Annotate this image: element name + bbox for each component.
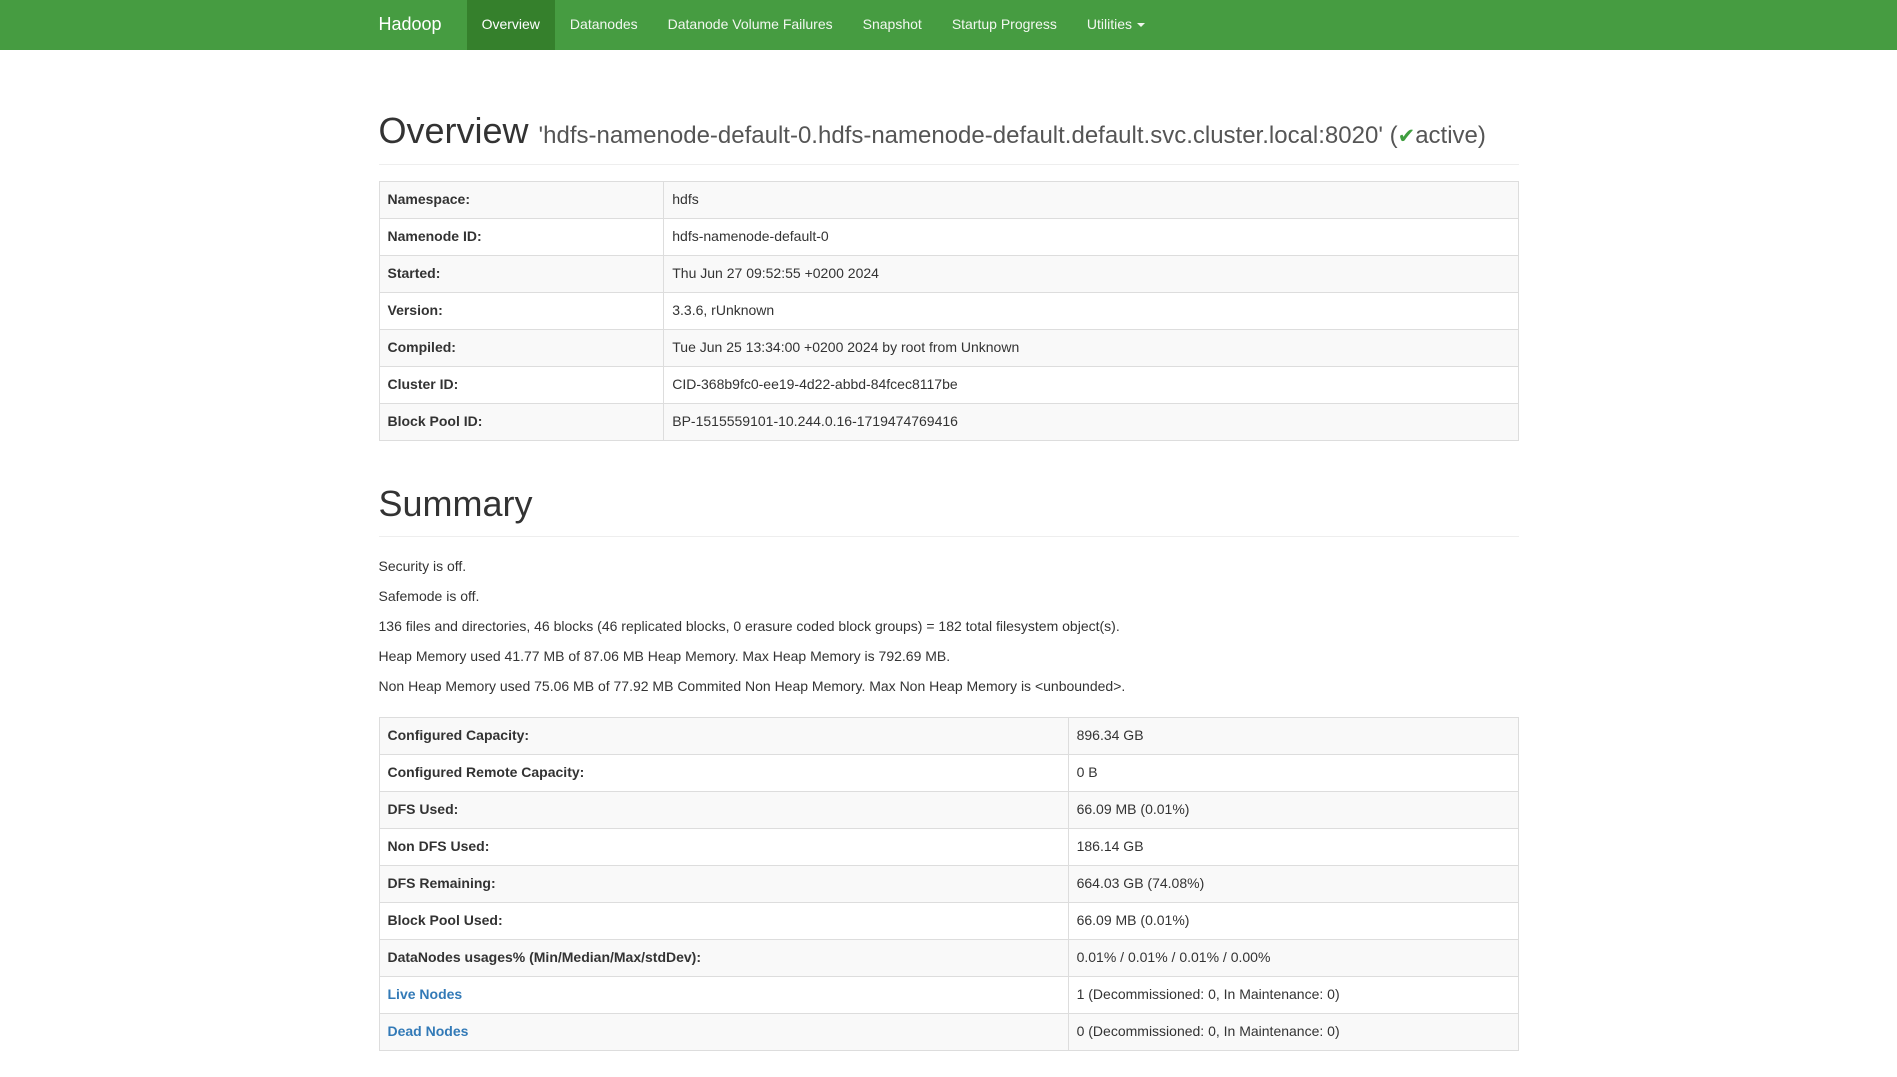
row-value: 66.09 MB (0.01%) xyxy=(1068,792,1518,829)
row-block-pool-used: Block Pool Used: 66.09 MB (0.01%) xyxy=(379,903,1518,940)
row-dfs-used: DFS Used: 66.09 MB (0.01%) xyxy=(379,792,1518,829)
row-value: hdfs-namenode-default-0 xyxy=(664,218,1518,255)
navbar-brand[interactable]: Hadoop xyxy=(379,0,457,50)
page-content: Overview 'hdfs-namenode-default-0.hdfs-n… xyxy=(364,108,1534,1051)
dead-nodes-link[interactable]: Dead Nodes xyxy=(388,1023,469,1039)
row-configured-remote-capacity: Configured Remote Capacity: 0 B xyxy=(379,755,1518,792)
row-value: 66.09 MB (0.01%) xyxy=(1068,903,1518,940)
overview-page-header: Overview 'hdfs-namenode-default-0.hdfs-n… xyxy=(379,108,1519,165)
row-label: Block Pool ID: xyxy=(379,403,664,440)
nav-link-snapshot[interactable]: Snapshot xyxy=(848,0,937,50)
filesystem-objects-text: 136 files and directories, 46 blocks (46… xyxy=(379,617,1519,637)
row-value: Thu Jun 27 09:52:55 +0200 2024 xyxy=(664,255,1518,292)
row-block-pool-id: Block Pool ID: BP-1515559101-10.244.0.16… xyxy=(379,403,1518,440)
nav-item-startup-progress[interactable]: Startup Progress xyxy=(937,0,1072,50)
nav-item-datanodes[interactable]: Datanodes xyxy=(555,0,653,50)
top-navbar: Hadoop Overview Datanodes Datanode Volum… xyxy=(0,0,1897,50)
row-value: hdfs xyxy=(664,181,1518,218)
namenode-address: 'hdfs-namenode-default-0.hdfs-namenode-d… xyxy=(539,122,1383,149)
row-datanode-usages: DataNodes usages% (Min/Median/Max/stdDev… xyxy=(379,940,1518,977)
row-label: Dead Nodes xyxy=(379,1014,1068,1051)
row-label: Configured Capacity: xyxy=(379,718,1068,755)
summary-page-header: Summary xyxy=(379,481,1519,538)
row-namenode-id: Namenode ID: hdfs-namenode-default-0 xyxy=(379,218,1518,255)
summary-status-lines: Security is off. Safemode is off. 136 fi… xyxy=(379,557,1519,697)
row-non-dfs-used: Non DFS Used: 186.14 GB xyxy=(379,829,1518,866)
row-value: 1 (Decommissioned: 0, In Maintenance: 0) xyxy=(1068,977,1518,1014)
nav-item-utilities[interactable]: Utilities xyxy=(1072,0,1160,50)
row-label: Namespace: xyxy=(379,181,664,218)
chevron-down-icon xyxy=(1137,23,1145,27)
row-value: 664.03 GB (74.08%) xyxy=(1068,866,1518,903)
row-label: Namenode ID: xyxy=(379,218,664,255)
status-label: active) xyxy=(1415,122,1486,149)
row-label: Non DFS Used: xyxy=(379,829,1068,866)
nav-link-startup-progress[interactable]: Startup Progress xyxy=(937,0,1072,50)
nav-item-snapshot[interactable]: Snapshot xyxy=(848,0,937,50)
row-configured-capacity: Configured Capacity: 896.34 GB xyxy=(379,718,1518,755)
nav-link-datanode-volume-failures[interactable]: Datanode Volume Failures xyxy=(653,0,848,50)
live-nodes-link[interactable]: Live Nodes xyxy=(388,986,463,1002)
row-compiled: Compiled: Tue Jun 25 13:34:00 +0200 2024… xyxy=(379,329,1518,366)
row-value: 896.34 GB xyxy=(1068,718,1518,755)
row-dfs-remaining: DFS Remaining: 664.03 GB (74.08%) xyxy=(379,866,1518,903)
active-check-icon: ✔ xyxy=(1398,124,1416,148)
nav-link-datanodes[interactable]: Datanodes xyxy=(555,0,653,50)
row-value: BP-1515559101-10.244.0.16-1719474769416 xyxy=(664,403,1518,440)
row-cluster-id: Cluster ID: CID-368b9fc0-ee19-4d22-abbd-… xyxy=(379,366,1518,403)
row-label: Configured Remote Capacity: xyxy=(379,755,1068,792)
row-value: 186.14 GB xyxy=(1068,829,1518,866)
nav-link-utilities[interactable]: Utilities xyxy=(1072,0,1160,50)
row-label: DataNodes usages% (Min/Median/Max/stdDev… xyxy=(379,940,1068,977)
security-status-text: Security is off. xyxy=(379,557,1519,577)
status-open-paren: ( xyxy=(1390,122,1398,149)
row-label: DFS Remaining: xyxy=(379,866,1068,903)
row-label: Started: xyxy=(379,255,664,292)
row-label: Block Pool Used: xyxy=(379,903,1068,940)
page-title: Overview 'hdfs-namenode-default-0.hdfs-n… xyxy=(379,108,1519,155)
nav-item-overview[interactable]: Overview xyxy=(467,0,555,50)
row-label: Live Nodes xyxy=(379,977,1068,1014)
navbar-menu: Overview Datanodes Datanode Volume Failu… xyxy=(467,0,1160,50)
row-value: Tue Jun 25 13:34:00 +0200 2024 by root f… xyxy=(664,329,1518,366)
row-value: CID-368b9fc0-ee19-4d22-abbd-84fcec8117be xyxy=(664,366,1518,403)
row-dead-nodes: Dead Nodes 0 (Decommissioned: 0, In Main… xyxy=(379,1014,1518,1051)
row-value: 3.3.6, rUnknown xyxy=(664,292,1518,329)
row-version: Version: 3.3.6, rUnknown xyxy=(379,292,1518,329)
row-label: DFS Used: xyxy=(379,792,1068,829)
summary-table: Configured Capacity: 896.34 GB Configure… xyxy=(379,717,1519,1051)
row-label: Version: xyxy=(379,292,664,329)
row-label: Compiled: xyxy=(379,329,664,366)
nav-utilities-label: Utilities xyxy=(1087,15,1132,35)
heap-memory-text: Heap Memory used 41.77 MB of 87.06 MB He… xyxy=(379,647,1519,667)
summary-heading: Summary xyxy=(379,481,1519,528)
row-live-nodes: Live Nodes 1 (Decommissioned: 0, In Main… xyxy=(379,977,1518,1014)
namenode-subtitle: 'hdfs-namenode-default-0.hdfs-namenode-d… xyxy=(539,122,1486,149)
non-heap-memory-text: Non Heap Memory used 75.06 MB of 77.92 M… xyxy=(379,677,1519,697)
safemode-status-text: Safemode is off. xyxy=(379,587,1519,607)
row-value: 0 (Decommissioned: 0, In Maintenance: 0) xyxy=(1068,1014,1518,1051)
row-started: Started: Thu Jun 27 09:52:55 +0200 2024 xyxy=(379,255,1518,292)
page-title-text: Overview xyxy=(379,110,529,151)
nav-item-datanode-volume-failures[interactable]: Datanode Volume Failures xyxy=(653,0,848,50)
row-label: Cluster ID: xyxy=(379,366,664,403)
row-namespace: Namespace: hdfs xyxy=(379,181,1518,218)
navbar-container: Hadoop Overview Datanodes Datanode Volum… xyxy=(364,0,1534,50)
namenode-info-table: Namespace: hdfs Namenode ID: hdfs-nameno… xyxy=(379,181,1519,441)
row-value: 0 B xyxy=(1068,755,1518,792)
nav-link-overview[interactable]: Overview xyxy=(467,0,555,50)
row-value: 0.01% / 0.01% / 0.01% / 0.00% xyxy=(1068,940,1518,977)
namenode-status: (✔active) xyxy=(1390,122,1486,149)
